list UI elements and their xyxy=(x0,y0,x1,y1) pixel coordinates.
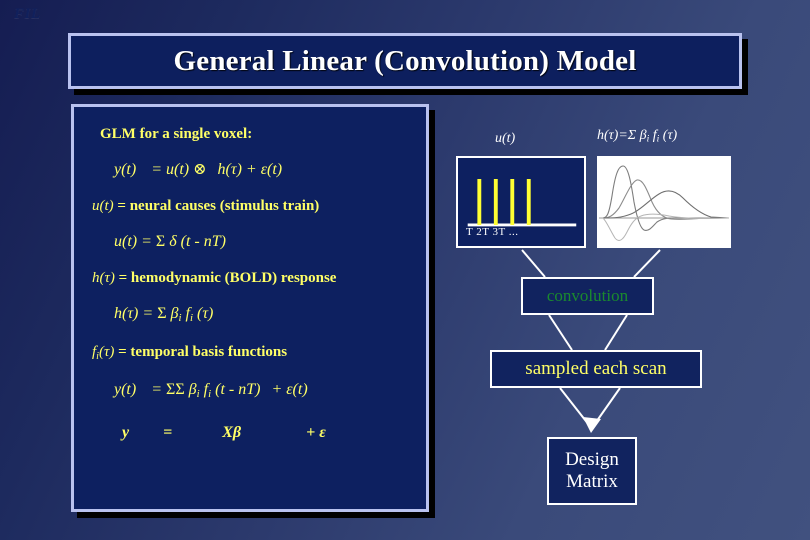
slide-title: General Linear (Convolution) Model xyxy=(173,44,637,77)
glm-heading: GLM for a single voxel: xyxy=(100,126,253,142)
flow-box-convolution: convolution xyxy=(521,277,654,315)
hrf-basis-plot xyxy=(597,156,731,248)
equation-h-basis: h(τ) = Σ βi fi (τ) xyxy=(114,305,214,325)
hrf-basis-svg xyxy=(599,165,730,241)
sampled-each-scan-label: sampled each scan xyxy=(525,358,667,379)
title-box: General Linear (Convolution) Model xyxy=(68,33,742,89)
glm-content-box: GLM for a single voxel: y(t) = u(t) ⊗ h(τ… xyxy=(71,104,429,512)
equation-y-full: y(t) = ΣΣ βi fi (t - nT) + ε(t) xyxy=(114,380,308,400)
equation-u-definition: u(t) = neural causes (stimulus train) xyxy=(92,198,320,214)
equation-h-definition: h(τ) = hemodynamic (BOLD) response xyxy=(92,270,337,286)
stimulus-tick-labels: T 2T 3T ... xyxy=(466,226,519,238)
fil-logo: FIL xyxy=(14,6,41,22)
flow-box-sampled-each-scan: sampled each scan xyxy=(490,350,702,388)
design-matrix-label-line2: Matrix xyxy=(566,471,618,492)
equation-y-convolution: y(t) = u(t) ⊗ h(τ) + ε(t) xyxy=(114,161,283,178)
flow-box-design-matrix: Design Matrix xyxy=(547,437,637,505)
equation-f-definition: fi(τ) = temporal basis functions xyxy=(92,343,288,362)
stimulus-plot-label: u(t) xyxy=(495,131,516,146)
hrf-plot-label: h(τ)=Σ βi fi (τ) xyxy=(597,128,678,145)
slide-canvas: FIL General Linear (Convolution) Model G… xyxy=(0,0,810,540)
equation-u-delta: u(t) = Σ δ (t - nT) xyxy=(114,233,226,250)
design-matrix-label-line1: Design xyxy=(565,448,619,470)
equation-matrix-form: y = Xβ + ε xyxy=(122,423,326,441)
convolution-label: convolution xyxy=(546,286,629,305)
